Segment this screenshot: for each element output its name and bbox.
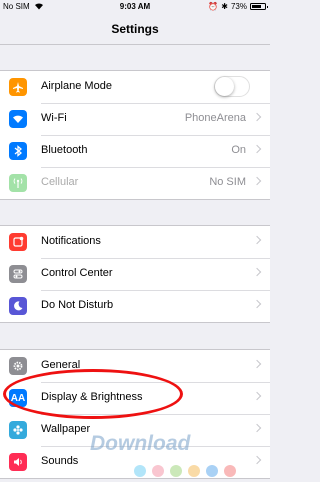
- chevron-right-icon: [252, 391, 262, 401]
- row-airplane-mode[interactable]: Airplane Mode: [0, 71, 270, 103]
- row-display-brightness[interactable]: AA Display & Brightness: [0, 382, 270, 414]
- chevron-right-icon: [252, 176, 262, 186]
- watermark-dot: [224, 465, 236, 477]
- group-connectivity: Airplane Mode Wi-Fi PhoneArena Bluetooth…: [0, 70, 270, 200]
- row-label: Sounds: [41, 455, 79, 467]
- row-control-center[interactable]: Control Center: [0, 258, 270, 290]
- toggle-knob: [215, 77, 234, 96]
- chevron-right-icon: [252, 144, 262, 154]
- row-label: Cellular: [41, 176, 79, 188]
- group-general: General AA Display & Brightness Wallpape…: [0, 349, 270, 479]
- watermark-dot: [206, 465, 218, 477]
- alarm-icon: ⏰: [208, 2, 219, 11]
- row-notifications[interactable]: Notifications: [0, 226, 270, 258]
- wifi-icon: [9, 110, 27, 128]
- row-value: On: [231, 144, 246, 156]
- row-label: Do Not Disturb: [41, 299, 114, 311]
- row-label: Airplane Mode: [41, 80, 112, 92]
- airplane-mode-toggle[interactable]: [214, 76, 250, 97]
- row-value: PhoneArena: [184, 112, 246, 124]
- battery-icon: [250, 3, 268, 10]
- notifications-icon: [9, 233, 27, 251]
- row-label: General: [41, 359, 81, 371]
- group-notifications: Notifications Control Center Do Not Dist…: [0, 225, 270, 323]
- cellular-icon: [9, 174, 27, 192]
- chevron-right-icon: [252, 267, 262, 277]
- watermark-dot: [170, 465, 182, 477]
- display-icon: AA: [9, 389, 27, 407]
- chevron-right-icon: [252, 359, 262, 369]
- page-title: Settings: [111, 22, 159, 36]
- row-cellular[interactable]: Cellular No SIM: [0, 167, 270, 199]
- watermark-dots: [134, 465, 236, 477]
- control-center-icon: [9, 265, 27, 283]
- row-bluetooth[interactable]: Bluetooth On: [0, 135, 270, 167]
- speaker-icon: [9, 453, 27, 471]
- row-label: Wi-Fi: [41, 112, 67, 124]
- watermark-dot: [134, 465, 146, 477]
- wallpaper-icon: [9, 421, 27, 439]
- row-label: Bluetooth: [41, 144, 88, 156]
- gear-icon: [9, 357, 27, 375]
- row-value: No SIM: [209, 176, 246, 188]
- row-label: Notifications: [41, 235, 101, 247]
- nav-divider: [0, 44, 270, 45]
- bluetooth-status-icon: ✱: [221, 2, 228, 11]
- battery-percent: 73%: [230, 2, 247, 11]
- bluetooth-icon: [9, 142, 27, 160]
- chevron-right-icon: [252, 423, 262, 433]
- chevron-right-icon: [252, 455, 262, 465]
- moon-icon: [9, 297, 27, 315]
- watermark-dot: [188, 465, 200, 477]
- row-label: Control Center: [41, 267, 113, 279]
- watermark-dot: [152, 465, 164, 477]
- watermark-logo: Download: [90, 432, 191, 455]
- row-label: Display & Brightness: [41, 391, 143, 403]
- row-wifi[interactable]: Wi-Fi PhoneArena: [0, 103, 270, 135]
- row-label: Wallpaper: [41, 423, 91, 435]
- airplane-icon: [9, 78, 27, 96]
- status-bar: No SIM 9:03 AM ⏰ ✱ 73%: [0, 0, 270, 14]
- chevron-right-icon: [252, 235, 262, 245]
- chevron-right-icon: [252, 112, 262, 122]
- chevron-right-icon: [252, 299, 262, 309]
- row-general[interactable]: General: [0, 350, 270, 382]
- row-do-not-disturb[interactable]: Do Not Disturb: [0, 290, 270, 322]
